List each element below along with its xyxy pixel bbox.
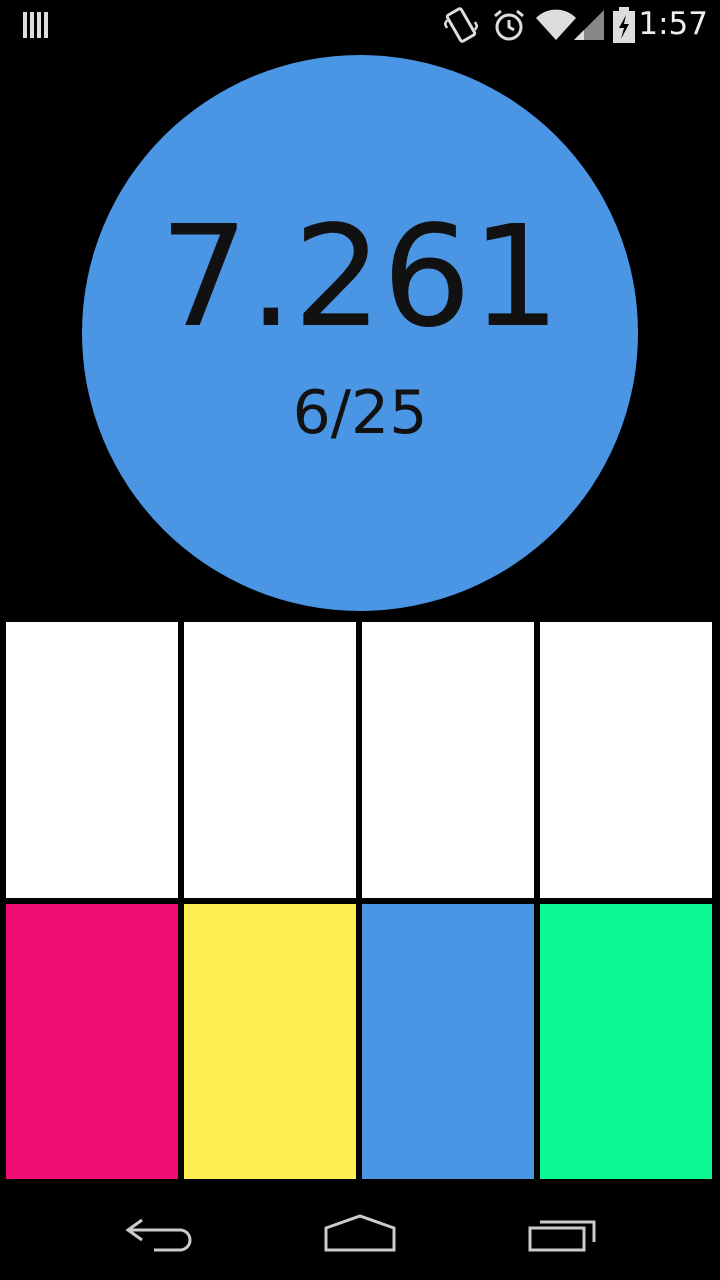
- status-bar: 1:57: [0, 0, 720, 50]
- top-tile-3[interactable]: [362, 622, 534, 898]
- battery-charging-icon: [613, 7, 635, 43]
- signal-icon: [574, 10, 604, 40]
- green-tile[interactable]: [540, 904, 712, 1179]
- recents-icon[interactable]: [526, 1214, 598, 1254]
- navigation-bar: [0, 1180, 720, 1280]
- score-value: 7.261: [159, 196, 561, 359]
- back-icon[interactable]: [124, 1214, 196, 1254]
- blue-tile[interactable]: [362, 904, 534, 1179]
- notification-icon: [23, 12, 48, 38]
- wifi-icon: [536, 9, 576, 40]
- yellow-tile[interactable]: [184, 904, 356, 1179]
- top-tile-1[interactable]: [6, 622, 178, 898]
- progress-counter: 6/25: [292, 378, 428, 448]
- top-tile-4[interactable]: [540, 622, 712, 898]
- vibrate-icon: [444, 7, 478, 43]
- pink-tile[interactable]: [6, 904, 178, 1179]
- alarm-icon: [494, 9, 524, 41]
- home-icon[interactable]: [322, 1212, 398, 1254]
- status-clock: 1:57: [638, 6, 708, 42]
- top-tile-2[interactable]: [184, 622, 356, 898]
